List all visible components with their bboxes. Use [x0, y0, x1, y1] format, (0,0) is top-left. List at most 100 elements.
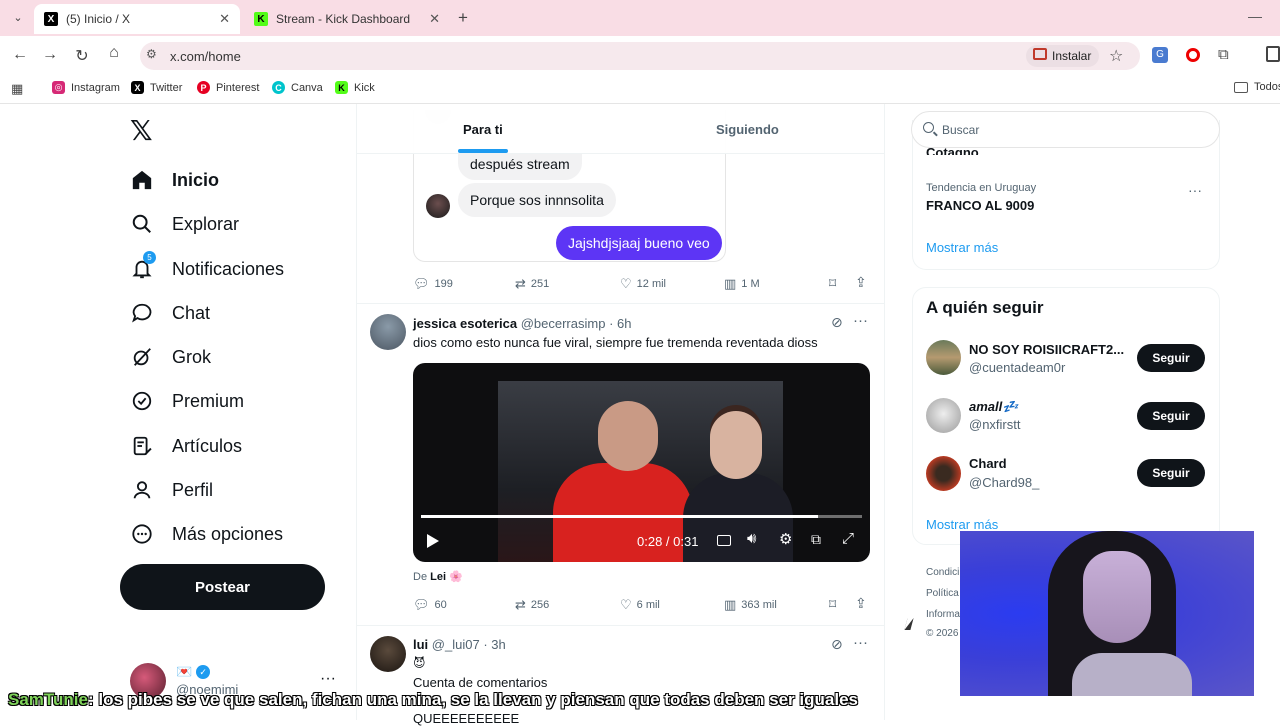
tab-following[interactable]: Siguiendo: [716, 122, 779, 137]
bookmark-folder-all[interactable]: Todos: [1234, 81, 1280, 93]
suggestion-name[interactable]: Chard: [969, 456, 1007, 471]
install-app-button[interactable]: Instalar: [1026, 45, 1100, 67]
search-box[interactable]: Buscar: [911, 111, 1220, 148]
nav-more-options[interactable]: Más opciones: [130, 514, 283, 554]
nav-grok[interactable]: Grok: [130, 337, 211, 377]
trend-more-icon[interactable]: ···: [1188, 182, 1202, 198]
post-more-icon[interactable]: ···: [853, 312, 868, 329]
install-icon: [1033, 48, 1047, 60]
views-button[interactable]: ▥ 363 mil: [724, 597, 777, 613]
bookmark-kick[interactable]: K Kick: [335, 81, 375, 94]
captions-icon[interactable]: [717, 535, 731, 546]
nav-chat[interactable]: Chat: [130, 293, 210, 333]
bookmark-pinterest[interactable]: P Pinterest: [197, 81, 259, 94]
share-icon[interactable]: ⇪: [855, 595, 867, 612]
post-author-avatar[interactable]: [370, 314, 406, 350]
post-author-name[interactable]: lui: [413, 637, 428, 652]
post-author-name[interactable]: jessica esoterica: [413, 316, 517, 331]
suggestion-name[interactable]: NO SOY ROISIICRAFT2...: [969, 342, 1124, 357]
footer-link[interactable]: Condici: [926, 567, 959, 578]
sidebar-panel-icon[interactable]: [1266, 46, 1280, 62]
views-button[interactable]: ▥ 1 M: [724, 276, 760, 292]
tab-for-you[interactable]: Para ti: [463, 122, 503, 137]
nav-profile[interactable]: Perfil: [130, 470, 213, 510]
new-tab-button[interactable]: +: [458, 8, 468, 28]
bookmark-star-icon[interactable]: ☆: [1109, 46, 1123, 66]
search-icon: [923, 122, 934, 133]
bookmark-icon[interactable]: ⌑: [829, 275, 836, 292]
post-button[interactable]: Postear: [120, 564, 325, 610]
settings-icon[interactable]: ⚙: [779, 530, 792, 548]
site-info-icon[interactable]: ⚙: [146, 47, 157, 61]
post-more-icon[interactable]: ···: [853, 634, 868, 651]
share-icon[interactable]: ⇪: [855, 274, 867, 291]
post-author-avatar[interactable]: [370, 636, 406, 672]
show-more-follow-link[interactable]: Mostrar más: [926, 517, 998, 532]
tab-x-home[interactable]: X (5) Inicio / X ✕: [34, 4, 240, 34]
repost-button[interactable]: ⇄ 251: [515, 276, 549, 292]
pip-icon[interactable]: ⧉: [811, 531, 821, 548]
suggestion-avatar[interactable]: [926, 340, 961, 375]
post-text-continued: QUEEEEEEEEEE: [413, 711, 520, 726]
reply-button[interactable]: 💬︎ 199: [413, 276, 453, 292]
video-player[interactable]: 0:28 / 0:31 🔊︎ ⚙ ⧉ ⤢: [413, 363, 870, 562]
feed-tabs: [357, 104, 884, 154]
bookmark-instagram[interactable]: ◎ Instagram: [52, 81, 120, 94]
grok-post-icon[interactable]: ⊘: [831, 314, 843, 331]
translate-icon[interactable]: G: [1152, 47, 1168, 63]
follow-button[interactable]: Seguir: [1137, 402, 1205, 430]
from-name[interactable]: Lei 🌸: [430, 571, 463, 583]
like-button[interactable]: ♡ 6 mil: [620, 597, 660, 613]
post-author-handle[interactable]: @becerrasimp: [521, 316, 606, 331]
account-more-icon[interactable]: ···: [320, 670, 336, 688]
display-emoji: 💌: [176, 664, 193, 679]
bookmark-canva[interactable]: C Canva: [272, 81, 323, 94]
show-more-trends-link[interactable]: Mostrar más: [926, 240, 998, 255]
bell-icon: 5: [130, 251, 156, 281]
nav-notifications[interactable]: 5 Notificaciones: [130, 249, 284, 289]
suggestion-avatar[interactable]: [926, 456, 961, 491]
nav-home[interactable]: Inicio: [130, 160, 219, 200]
follow-button[interactable]: Seguir: [1137, 459, 1205, 487]
video-progress-track[interactable]: [421, 515, 862, 518]
close-tab-icon[interactable]: ✕: [219, 11, 230, 27]
omnibox[interactable]: [140, 42, 1140, 70]
fullscreen-icon[interactable]: ⤢: [842, 530, 854, 547]
suggestion-avatar[interactable]: [926, 398, 961, 433]
close-tab-icon[interactable]: ✕: [429, 11, 440, 27]
forward-icon[interactable]: →: [40, 46, 60, 64]
grok-post-icon[interactable]: ⊘: [831, 636, 843, 653]
bookmark-twitter[interactable]: X Twitter: [131, 81, 182, 94]
back-icon[interactable]: ←: [10, 46, 30, 64]
extensions-icon[interactable]: ⧉: [1218, 46, 1229, 63]
reply-button[interactable]: 💬︎ 60: [413, 597, 447, 613]
home-browser-icon[interactable]: ⌂: [104, 44, 124, 62]
bookmark-icon[interactable]: ⌑: [829, 596, 836, 613]
post-time[interactable]: · 6h: [609, 316, 631, 331]
trend-name[interactable]: FRANCO AL 9009: [926, 198, 1034, 213]
tab-kick-dashboard[interactable]: K Stream - Kick Dashboard ✕: [244, 4, 450, 34]
tab-list-button[interactable]: ⌄: [8, 8, 28, 28]
url-text[interactable]: x.com/home: [170, 49, 241, 64]
nav-articles[interactable]: Artículos: [130, 426, 242, 466]
follow-button[interactable]: Seguir: [1137, 344, 1205, 372]
nav-premium[interactable]: Premium: [130, 381, 244, 421]
opera-extension-icon[interactable]: [1186, 48, 1200, 62]
suggestion-name[interactable]: amall💤: [969, 399, 1018, 415]
apps-grid-icon[interactable]: ▦: [11, 81, 23, 97]
repost-button[interactable]: ⇄ 256: [515, 597, 549, 613]
footer-link[interactable]: Política: [926, 588, 959, 599]
volume-icon[interactable]: 🔊︎: [747, 530, 756, 547]
post-author-handle[interactable]: @_lui07: [432, 637, 480, 652]
footer-link[interactable]: Informa: [926, 609, 960, 620]
like-count: 6 mil: [636, 599, 660, 611]
like-button[interactable]: ♡ 12 mil: [620, 276, 666, 292]
nav-label: Notificaciones: [172, 258, 285, 279]
post-time[interactable]: · 3h: [483, 637, 505, 652]
tab-title: (5) Inicio / X: [66, 12, 131, 26]
play-icon[interactable]: [427, 534, 439, 548]
nav-explore[interactable]: Explorar: [130, 204, 239, 244]
x-logo-icon[interactable]: 𝕏: [130, 114, 153, 148]
reload-icon[interactable]: ↻: [72, 46, 92, 66]
minimize-window-icon[interactable]: —: [1248, 8, 1262, 24]
